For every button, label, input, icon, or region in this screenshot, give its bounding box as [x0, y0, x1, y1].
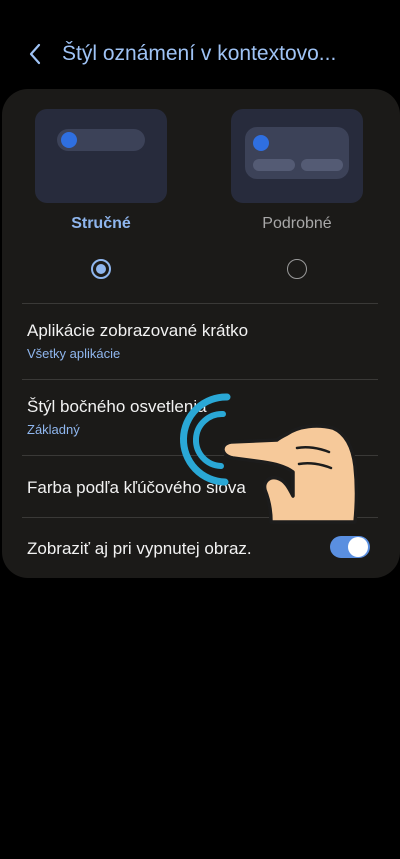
placeholder-bar: [301, 159, 343, 171]
setting-title: Zobraziť aj pri vypnutej obraz.: [27, 539, 252, 558]
setting-value: Základný: [27, 422, 80, 437]
app-dot-icon: [253, 135, 269, 151]
detailed-style-preview[interactable]: [231, 109, 363, 203]
detailed-notification-box: [245, 127, 349, 179]
setting-title: Farba podľa kľúčového slova: [27, 478, 246, 497]
setting-value: Všetky aplikácie: [27, 346, 121, 361]
setting-edge-lighting-style[interactable]: Štýl bočného osvetlenia Základný: [2, 380, 400, 455]
brief-notification-pill: [57, 129, 145, 151]
app-dot-icon: [61, 132, 77, 148]
brief-style-preview[interactable]: [35, 109, 167, 203]
setting-title: Štýl bočného osvetlenia: [27, 397, 207, 416]
chevron-left-icon: [29, 43, 41, 65]
brief-style-label[interactable]: Stručné: [35, 215, 167, 233]
app-header: Štýl oznámení v kontextovo...: [0, 28, 400, 80]
show-when-off-toggle[interactable]: [330, 536, 370, 558]
detailed-style-label[interactable]: Podrobné: [231, 215, 363, 233]
setting-title: Aplikácie zobrazované krátko: [27, 321, 249, 340]
page-title: Štýl oznámení v kontextovo...: [62, 42, 337, 65]
settings-card: Stručné Podrobné Aplikácie zobrazované k…: [2, 89, 400, 578]
back-button[interactable]: [22, 40, 50, 68]
brief-style-radio[interactable]: [91, 259, 111, 279]
toggle-knob: [348, 537, 368, 557]
setting-keyword-color[interactable]: Farba podľa kľúčového slova: [2, 456, 400, 517]
setting-apps-brief[interactable]: Aplikácie zobrazované krátko Všetky apli…: [2, 304, 400, 379]
detailed-style-radio[interactable]: [287, 259, 307, 279]
placeholder-bar: [253, 159, 295, 171]
